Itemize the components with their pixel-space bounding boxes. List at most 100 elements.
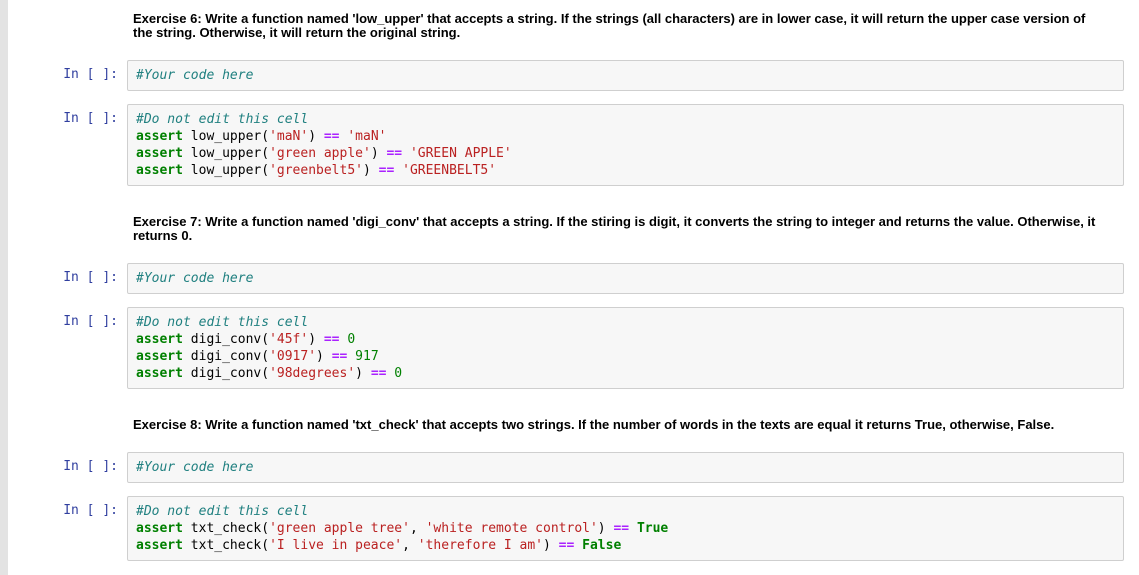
exercise-8-instructions[interactable]: Exercise 8: Write a function named 'txt_… [133,418,1101,432]
token-plain: low_upper( [182,163,270,178]
code-line: #Your code here [136,67,1115,84]
token-plain: ) [316,349,332,364]
token-string: 'GREEN APPLE' [409,146,512,161]
code-editor-area[interactable]: #Your code here [127,452,1124,483]
token-operator: == [323,332,340,347]
token-plain: ) [370,146,387,161]
token-operator: == [378,163,395,178]
code-line: assert digi_conv('98degrees') == 0 [136,365,1115,382]
code-editor-area[interactable]: #Do not edit this cell assert txt_check('… [127,496,1124,561]
token-string: 'maN' [269,129,309,144]
token-string: '98degrees' [269,366,356,381]
token-keyword: assert [136,366,183,381]
exercise-7-instructions[interactable]: Exercise 7: Write a function named 'digi… [133,215,1101,243]
token-string: 'white remote control' [425,521,598,536]
token-plain: txt_check( [182,538,270,553]
code-editor-area[interactable]: #Do not edit this cell assert digi_conv('… [127,307,1124,389]
exercise-7-answer-cell: In [ ]: #Your code here [8,263,1124,294]
window-left-edge [0,0,8,575]
code-line: #Do not edit this cell [136,314,1115,331]
token-plain: ) [308,129,324,144]
token-operator: == [323,129,340,144]
token-string: 'GREENBELT5' [402,163,497,178]
code-line: assert txt_check('I live in peace', 'the… [136,537,1115,554]
token-comment: #Do not edit this cell [136,315,309,330]
token-comment: #Your code here [136,271,254,286]
token-keyword: assert [136,521,183,536]
token-string: '45f' [269,332,309,347]
token-plain: txt_check( [182,521,270,536]
cell-input-prompt: In [ ]: [63,459,118,474]
code-line: #Your code here [136,459,1115,476]
token-operator: == [370,366,387,381]
code-editor-area[interactable]: #Do not edit this cell assert low_upper('… [127,104,1124,186]
token-operator: == [613,521,630,536]
token-plain: , [409,521,426,536]
code-editor-area[interactable]: #Your code here [127,60,1124,91]
token-string: 'I live in peace' [269,538,403,553]
token-string: 'maN' [347,129,387,144]
token-plain: digi_conv( [182,366,270,381]
token-keyword: assert [136,349,183,364]
code-line: assert txt_check('green apple tree', 'wh… [136,520,1115,537]
token-keyword: assert [136,146,183,161]
token-number: 0 [347,332,356,347]
token-keyword: assert [136,538,183,553]
token-comment: #Your code here [136,68,254,83]
cell-input-prompt: In [ ]: [63,314,118,329]
token-plain: ) [597,521,614,536]
exercise-7-test-cell: In [ ]: #Do not edit this cell assert digi… [8,307,1124,389]
token-keyword: True [636,521,669,536]
code-line: #Do not edit this cell [136,503,1115,520]
token-string: 'therefore I am' [417,538,544,553]
token-plain: digi_conv( [182,332,270,347]
cell-input-prompt: In [ ]: [63,503,118,518]
token-comment: #Do not edit this cell [136,504,309,519]
code-editor-area[interactable]: #Your code here [127,263,1124,294]
token-plain: ) [543,538,559,553]
code-line: assert low_upper('greenbelt5') == 'GREEN… [136,162,1115,179]
cell-input-prompt: In [ ]: [63,111,118,126]
code-line: assert low_upper('green apple') == 'GREE… [136,145,1115,162]
token-plain: low_upper( [182,129,270,144]
token-string: '0917' [269,349,317,364]
code-line: #Do not edit this cell [136,111,1115,128]
token-keyword: assert [136,129,183,144]
token-keyword: assert [136,332,183,347]
token-plain: ) [362,163,379,178]
notebook-cell-list: Exercise 6: Write a function named 'low_… [8,0,1139,561]
token-plain: , [402,538,418,553]
exercise-8-test-cell: In [ ]: #Do not edit this cell assert txt_… [8,496,1124,561]
token-comment: #Do not edit this cell [136,112,309,127]
token-operator: == [331,349,348,364]
token-string: 'greenbelt5' [269,163,363,178]
cell-input-prompt: In [ ]: [63,270,118,285]
token-string: 'green apple tree' [269,521,410,536]
code-line: assert digi_conv('0917') == 917 [136,348,1115,365]
exercise-8-answer-cell: In [ ]: #Your code here [8,452,1124,483]
exercise-6-answer-cell: In [ ]: #Your code here [8,60,1124,91]
exercise-6-test-cell: In [ ]: #Do not edit this cell assert low_… [8,104,1124,186]
code-line: assert digi_conv('45f') == 0 [136,331,1115,348]
token-string: 'green apple' [269,146,371,161]
token-keyword: False [582,538,622,553]
code-line: #Your code here [136,270,1115,287]
token-operator: == [386,146,403,161]
cell-input-prompt: In [ ]: [63,67,118,82]
token-plain: ) [355,366,371,381]
token-plain: low_upper( [182,146,270,161]
token-number: 917 [355,349,379,364]
token-plain: digi_conv( [182,349,270,364]
code-line: assert low_upper('maN') == 'maN' [136,128,1115,145]
exercise-6-instructions[interactable]: Exercise 6: Write a function named 'low_… [133,12,1101,40]
token-number: 0 [394,366,403,381]
token-comment: #Your code here [136,460,254,475]
token-keyword: assert [136,163,183,178]
token-plain: ) [308,332,324,347]
token-operator: == [558,538,575,553]
